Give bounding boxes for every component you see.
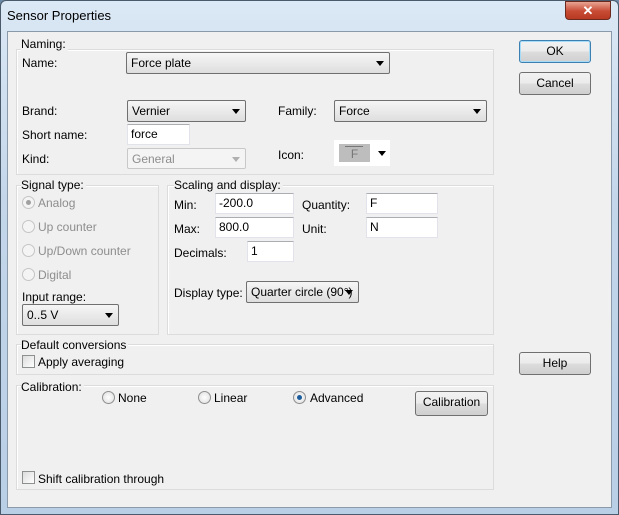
chevron-down-icon — [378, 151, 386, 156]
radio-up-down-counter[interactable] — [22, 244, 35, 257]
radio-advanced[interactable] — [293, 391, 306, 404]
close-button[interactable]: ✕ — [565, 1, 611, 20]
short-name-input[interactable]: force — [127, 124, 190, 145]
force-icon: F — [339, 144, 370, 162]
decimals-input[interactable]: 1 — [247, 241, 294, 262]
input-range-combo[interactable]: 0..5 V — [22, 304, 119, 326]
brand-combo[interactable]: Vernier — [127, 100, 246, 122]
quantity-input[interactable]: F — [366, 193, 438, 214]
help-button[interactable]: Help — [519, 352, 591, 375]
radio-digital[interactable] — [22, 268, 35, 281]
display-type-label: Display type: — [174, 286, 243, 300]
radio-dot — [26, 200, 31, 205]
cancel-button[interactable]: Cancel — [519, 72, 591, 95]
unit-label: Unit: — [302, 222, 327, 236]
icon-picker[interactable]: F — [334, 140, 390, 166]
display-type-value: Quarter circle (90°) — [251, 285, 353, 299]
family-label: Family: — [278, 104, 317, 118]
apply-averaging-label: Apply averaging — [38, 355, 125, 369]
radio-up-counter[interactable] — [22, 220, 35, 233]
kind-value: General — [132, 152, 175, 166]
short-name-label: Short name: — [22, 128, 88, 142]
name-combo[interactable]: Force plate — [126, 52, 390, 74]
radio-dot — [297, 395, 302, 400]
brand-label: Brand: — [22, 104, 58, 118]
min-input[interactable]: -200.0 — [215, 193, 294, 214]
display-type-combo[interactable]: Quarter circle (90°) — [246, 281, 359, 303]
chevron-down-icon — [376, 61, 384, 66]
ok-button[interactable]: OK — [519, 40, 591, 63]
min-label: Min: — [174, 198, 197, 212]
signal-type-label: Signal type: — [21, 178, 86, 192]
radio-analog-label: Analog — [38, 196, 76, 210]
radio-linear[interactable] — [198, 391, 211, 404]
radio-none[interactable] — [102, 391, 115, 404]
scaling-label: Scaling and display: — [174, 178, 283, 192]
kind-label: Kind: — [22, 152, 50, 166]
input-range-value: 0..5 V — [27, 308, 59, 322]
radio-up-counter-label: Up counter — [38, 220, 97, 234]
chevron-down-icon — [345, 290, 353, 295]
radio-linear-label: Linear — [214, 391, 248, 405]
family-combo[interactable]: Force — [334, 100, 487, 122]
name-value: Force plate — [131, 56, 192, 70]
radio-up-down-counter-label: Up/Down counter — [38, 244, 131, 258]
max-input[interactable]: 800.0 — [215, 217, 294, 238]
window-title: Sensor Properties — [7, 8, 112, 23]
max-label: Max: — [174, 222, 201, 236]
radio-analog[interactable] — [22, 196, 35, 209]
chevron-down-icon — [232, 109, 240, 114]
quantity-label: Quantity: — [302, 198, 351, 212]
icon-label: Icon: — [278, 148, 305, 162]
shift-calibration-checkbox[interactable] — [22, 471, 35, 484]
apply-averaging-checkbox[interactable] — [22, 355, 35, 368]
shift-calibration-label: Shift calibration through — [38, 472, 165, 486]
calibration-button[interactable]: Calibration — [415, 391, 488, 416]
chevron-down-icon — [105, 313, 113, 318]
input-range-label: Input range: — [22, 290, 87, 304]
radio-advanced-label: Advanced — [310, 391, 364, 405]
calibration-label: Calibration: — [21, 380, 84, 394]
close-icon: ✕ — [582, 3, 594, 18]
unit-input[interactable]: N — [366, 217, 438, 238]
family-value: Force — [339, 104, 370, 118]
radio-none-label: None — [118, 391, 147, 405]
chevron-down-icon — [232, 157, 240, 162]
kind-combo[interactable]: General — [127, 148, 246, 169]
decimals-label: Decimals: — [174, 246, 227, 260]
chevron-down-icon — [473, 109, 481, 114]
naming-group-label: Naming: — [21, 37, 68, 51]
default-conversions-label: Default conversions — [21, 338, 129, 352]
brand-value: Vernier — [132, 104, 171, 118]
radio-digital-label: Digital — [38, 268, 72, 282]
name-label: Name: — [22, 56, 58, 70]
